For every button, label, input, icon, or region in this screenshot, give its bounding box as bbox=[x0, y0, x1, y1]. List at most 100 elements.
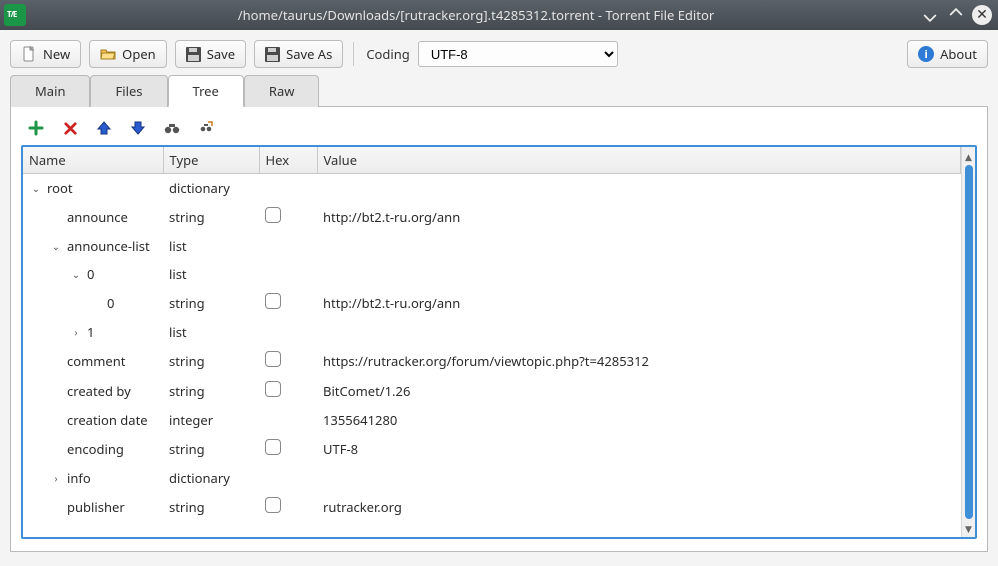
tree-action-bar bbox=[21, 117, 977, 145]
tree-row[interactable]: ·publisherstringrutracker.org bbox=[23, 492, 961, 522]
find-replace-button[interactable] bbox=[197, 119, 215, 137]
tree-node-type: string bbox=[163, 492, 259, 522]
tree-node-type: string bbox=[163, 288, 259, 318]
tree-table-container: Name Type Hex Value ⌄rootdictionary·anno… bbox=[21, 145, 977, 539]
tab-bar: Main Files Tree Raw bbox=[10, 74, 988, 107]
tree-node-name: announce-list bbox=[67, 237, 150, 255]
tree-row[interactable]: ·announcestringhttp://bt2.t-ru.org/ann bbox=[23, 202, 961, 232]
tree-node-name: 0 bbox=[87, 265, 94, 283]
hex-checkbox[interactable] bbox=[265, 381, 281, 397]
find-button[interactable] bbox=[163, 119, 181, 137]
about-button-label: About bbox=[940, 45, 977, 63]
titlebar: /home/taurus/Downloads/[rutracker.org].t… bbox=[0, 0, 998, 30]
tree-node-type: dictionary bbox=[163, 174, 259, 203]
tab-tree[interactable]: Tree bbox=[168, 75, 244, 107]
tab-raw[interactable]: Raw bbox=[244, 75, 320, 107]
plus-icon bbox=[28, 120, 44, 136]
tab-files[interactable]: Files bbox=[90, 75, 167, 107]
toolbar-separator bbox=[353, 42, 354, 66]
tree-row[interactable]: ·commentstringhttps://rutracker.org/foru… bbox=[23, 346, 961, 376]
tree-node-value[interactable]: UTF-8 bbox=[317, 434, 961, 464]
tree-node-type: string bbox=[163, 434, 259, 464]
tree-node-name: created by bbox=[67, 382, 131, 400]
tree-header-row: Name Type Hex Value bbox=[23, 147, 961, 174]
hex-checkbox[interactable] bbox=[265, 439, 281, 455]
add-node-button[interactable] bbox=[27, 119, 45, 137]
remove-node-button[interactable] bbox=[61, 119, 79, 137]
tree-row[interactable]: ⌄rootdictionary bbox=[23, 174, 961, 203]
tree-table: Name Type Hex Value ⌄rootdictionary·anno… bbox=[23, 147, 961, 522]
close-button[interactable]: ✕ bbox=[972, 5, 992, 25]
tree-row[interactable]: ⌄ announce-list list bbox=[23, 232, 961, 260]
tree-node-name: publisher bbox=[67, 498, 125, 516]
chevron-down-icon[interactable]: ⌄ bbox=[49, 239, 63, 253]
tree-row[interactable]: ›1list bbox=[23, 318, 961, 346]
open-button[interactable]: Open bbox=[89, 40, 167, 68]
chevron-right-icon[interactable]: › bbox=[49, 471, 63, 485]
tab-main[interactable]: Main bbox=[10, 75, 90, 107]
find-replace-icon bbox=[198, 120, 214, 136]
window-body: New Open Save Save As Coding UTF-8 i Abo… bbox=[0, 30, 998, 566]
tree-node-value[interactable]: 1355641280 bbox=[317, 406, 961, 434]
scrollbar-thumb[interactable] bbox=[965, 165, 973, 519]
hex-checkbox[interactable] bbox=[265, 497, 281, 513]
vertical-scrollbar[interactable]: ▲ ▼ bbox=[961, 147, 975, 537]
chevron-right-icon[interactable]: › bbox=[69, 325, 83, 339]
window-controls: ✕ bbox=[920, 5, 992, 25]
tree-row[interactable]: ·encodingstringUTF-8 bbox=[23, 434, 961, 464]
tree-node-value[interactable] bbox=[317, 464, 961, 492]
open-button-label: Open bbox=[122, 45, 156, 63]
maximize-button[interactable] bbox=[946, 5, 966, 25]
about-button[interactable]: i About bbox=[907, 40, 988, 68]
tree-node-value[interactable]: rutracker.org bbox=[317, 492, 961, 522]
scroll-up-arrow-icon[interactable]: ▲ bbox=[965, 149, 972, 163]
minimize-button[interactable] bbox=[920, 5, 940, 25]
column-header-value[interactable]: Value bbox=[317, 147, 961, 174]
tree-node-value[interactable]: http://bt2.t-ru.org/ann bbox=[317, 288, 961, 318]
tree-row[interactable]: ·creation dateinteger1355641280 bbox=[23, 406, 961, 434]
save-button[interactable]: Save bbox=[175, 40, 246, 68]
floppy-icon bbox=[265, 47, 280, 62]
scroll-down-arrow-icon[interactable]: ▼ bbox=[965, 521, 972, 535]
chevron-down-icon[interactable]: ⌄ bbox=[29, 181, 43, 195]
tree-node-value[interactable]: https://rutracker.org/forum/viewtopic.ph… bbox=[317, 346, 961, 376]
tree-node-value[interactable] bbox=[317, 318, 961, 346]
move-up-button[interactable] bbox=[95, 119, 113, 137]
hex-checkbox[interactable] bbox=[265, 293, 281, 309]
tree-node-value[interactable] bbox=[317, 260, 961, 288]
tree-node-type: integer bbox=[163, 406, 259, 434]
tree-node-value[interactable]: http://bt2.t-ru.org/ann bbox=[317, 202, 961, 232]
encoding-select[interactable]: UTF-8 bbox=[418, 41, 618, 67]
tree-node-name: 0 bbox=[107, 294, 114, 312]
hex-checkbox[interactable] bbox=[265, 207, 281, 223]
info-icon: i bbox=[918, 46, 934, 62]
tree-row[interactable]: ⌄0list bbox=[23, 260, 961, 288]
tree-node-type: dictionary bbox=[163, 464, 259, 492]
new-button-label: New bbox=[43, 45, 70, 63]
new-button[interactable]: New bbox=[10, 40, 81, 68]
tree-node-value[interactable]: BitComet/1.26 bbox=[317, 376, 961, 406]
chevron-down-icon[interactable]: ⌄ bbox=[69, 267, 83, 281]
hex-checkbox[interactable] bbox=[265, 351, 281, 367]
tree-tab-content: Name Type Hex Value ⌄rootdictionary·anno… bbox=[10, 107, 988, 552]
window-title: /home/taurus/Downloads/[rutracker.org].t… bbox=[32, 6, 920, 24]
tree-node-value[interactable] bbox=[317, 232, 961, 260]
tree-node-value[interactable] bbox=[317, 174, 961, 203]
column-header-hex[interactable]: Hex bbox=[259, 147, 317, 174]
column-header-name[interactable]: Name bbox=[23, 147, 163, 174]
column-header-type[interactable]: Type bbox=[163, 147, 259, 174]
tree-row[interactable]: ·0stringhttp://bt2.t-ru.org/ann bbox=[23, 288, 961, 318]
x-icon bbox=[63, 121, 78, 136]
tree-node-type: string bbox=[163, 376, 259, 406]
tree-node-name: comment bbox=[67, 352, 125, 370]
save-button-label: Save bbox=[207, 45, 235, 63]
arrow-down-icon bbox=[130, 120, 146, 136]
save-as-button[interactable]: Save As bbox=[254, 40, 343, 68]
tree-node-type: list bbox=[163, 232, 259, 260]
tree-row[interactable]: ›infodictionary bbox=[23, 464, 961, 492]
tree-table-scroll[interactable]: Name Type Hex Value ⌄rootdictionary·anno… bbox=[23, 147, 961, 537]
tree-row[interactable]: ·created bystringBitComet/1.26 bbox=[23, 376, 961, 406]
floppy-icon bbox=[186, 47, 201, 62]
move-down-button[interactable] bbox=[129, 119, 147, 137]
tree-node-type: string bbox=[163, 202, 259, 232]
